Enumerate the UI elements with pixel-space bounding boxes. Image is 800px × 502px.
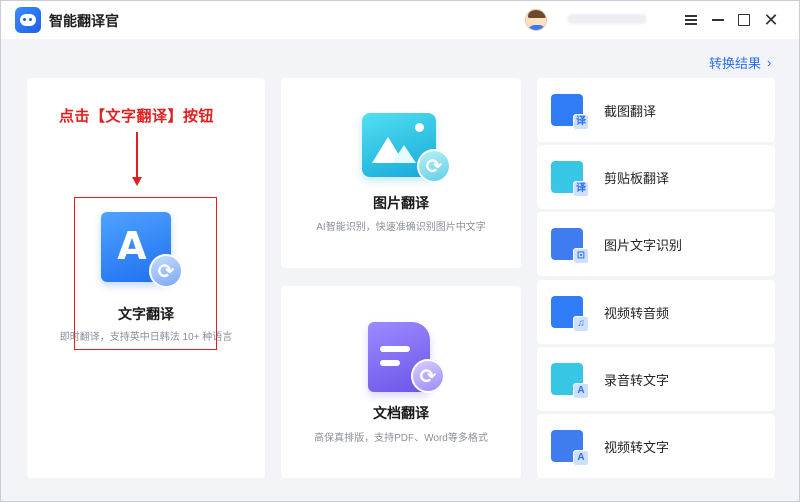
feature-label: 截图翻译 [604, 104, 657, 119]
minimize-button[interactable] [708, 10, 728, 30]
feature-badge: A [573, 450, 589, 466]
annotation-highlight-box [74, 197, 217, 350]
record-to-text-icon: A [551, 363, 589, 399]
video-to-audio-icon: ♫ [551, 296, 589, 332]
feature-badge: 译 [573, 181, 589, 197]
feature-label: 视频转音频 [604, 306, 670, 321]
sync-icon: ⟳ [411, 359, 445, 393]
feature-item[interactable]: ♫ 视频转音频 [537, 280, 775, 344]
annotation-arrow-line [136, 132, 138, 180]
username-blurred[interactable] [567, 14, 647, 24]
maximize-button[interactable] [734, 10, 754, 30]
feature-badge: ⊡ [573, 248, 589, 264]
user-avatar[interactable] [525, 9, 547, 31]
annotation-instruction: 点击【文字翻译】按钮 [59, 107, 215, 125]
annotation-arrow-icon [132, 177, 142, 186]
app-window: 智能翻译官 ✕ 转换结果 › 点击【文字翻译】按钮 A ⟳ 文字翻译 即时翻译，… [0, 0, 800, 502]
screenshot-translate-icon: 译 [551, 94, 589, 130]
close-button[interactable]: ✕ [761, 10, 781, 30]
feature-item[interactable]: ⊡ 图片文字识别 [537, 212, 775, 276]
app-logo-icon [15, 7, 41, 33]
document-translate-desc: 高保真排版，支持PDF、Word等多格式 [314, 433, 488, 444]
feature-label: 图片文字识别 [604, 238, 683, 253]
chevron-right-icon: › [767, 55, 772, 70]
sync-icon: ⟳ [417, 149, 451, 183]
document-translate-title[interactable]: 文档翻译 [281, 403, 521, 423]
convert-result-link[interactable]: 转换结果 › [709, 53, 771, 72]
feature-label: 录音转文字 [604, 373, 670, 388]
clipboard-translate-icon: 译 [551, 161, 589, 197]
image-ocr-icon: ⊡ [551, 228, 589, 264]
feature-label: 剪贴板翻译 [604, 171, 670, 186]
feature-label: 视频转文字 [604, 440, 670, 455]
feature-item[interactable]: A 录音转文字 [537, 347, 775, 411]
menu-icon[interactable] [681, 10, 701, 30]
feature-item[interactable]: A 视频转文字 [537, 414, 775, 478]
feature-item[interactable]: 译截图翻译 [537, 78, 775, 142]
app-title: 智能翻译官 [49, 13, 119, 29]
feature-badge: A [573, 383, 589, 399]
feature-item[interactable]: 译剪贴板翻译 [537, 145, 775, 209]
image-translate-desc: AI智能识别，快速准确识别图片中文字 [316, 222, 486, 233]
feature-badge: ♫ [573, 316, 589, 332]
convert-result-label: 转换结果 [709, 56, 762, 71]
title-bar: 智能翻译官 ✕ [1, 1, 799, 39]
image-translate-title[interactable]: 图片翻译 [281, 193, 521, 213]
feature-badge: 译 [573, 114, 589, 130]
video-to-text-icon: A [551, 430, 589, 466]
